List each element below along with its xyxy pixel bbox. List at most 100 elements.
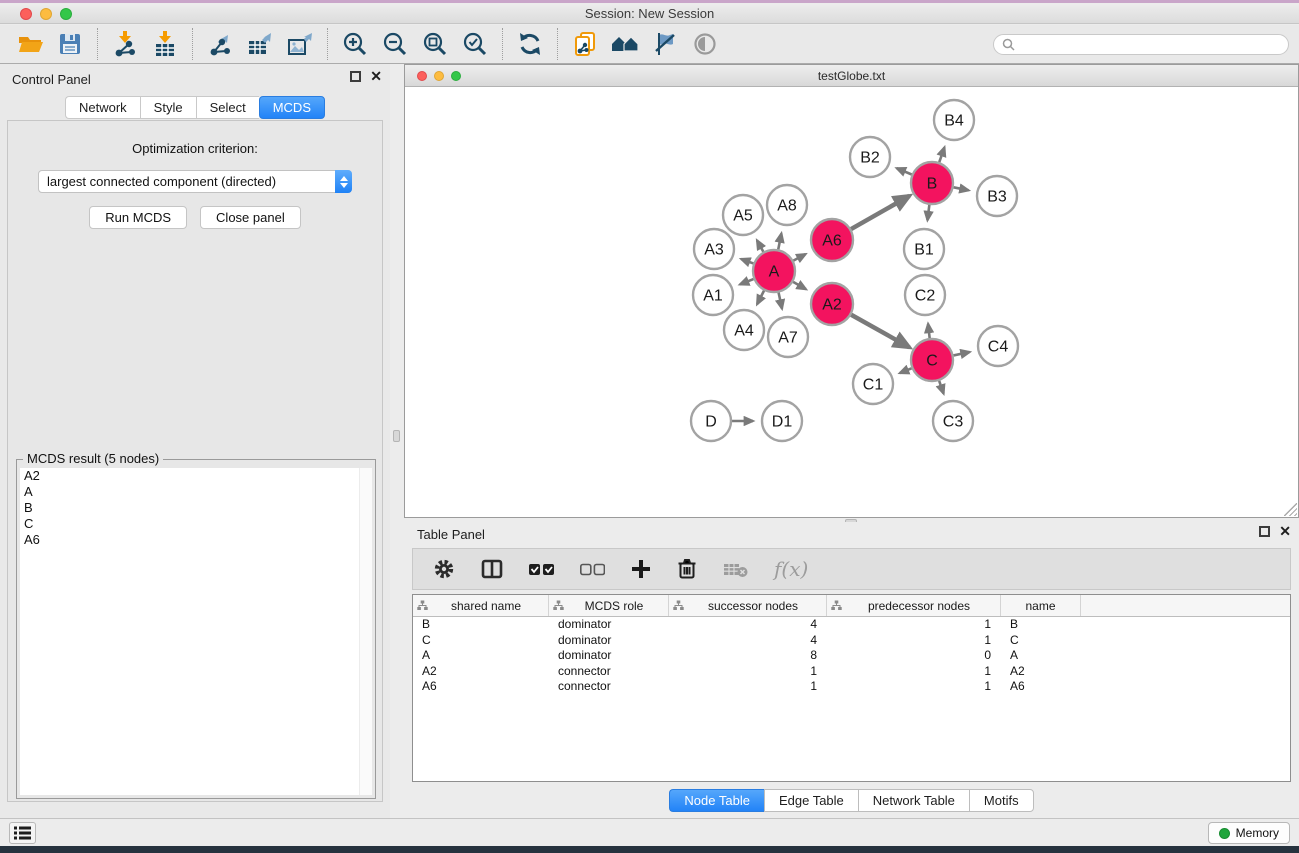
tab-mcds[interactable]: MCDS <box>259 96 325 119</box>
tab-network-table[interactable]: Network Table <box>858 789 969 812</box>
graph-edge-A-A2[interactable] <box>793 282 806 289</box>
graph-edge-C-C4[interactable] <box>954 352 970 355</box>
houses-button[interactable] <box>605 27 645 61</box>
criterion-select[interactable]: largest connected component (directed) <box>38 170 352 193</box>
export-image-button[interactable] <box>280 27 320 61</box>
graph-edge-A-A6[interactable] <box>793 254 805 260</box>
function-builder-button[interactable]: f(x) <box>774 557 808 581</box>
mcds-result-list[interactable]: A2ABCA6 <box>20 468 372 795</box>
graph-edge-C-C2[interactable] <box>928 324 930 338</box>
tab-edge-table[interactable]: Edge Table <box>764 789 858 812</box>
memory-label: Memory <box>1236 826 1279 840</box>
tree-icon <box>417 600 428 611</box>
eye-button[interactable] <box>685 27 725 61</box>
search-input[interactable] <box>1020 37 1280 51</box>
table-cell: 1 <box>827 633 1001 649</box>
apply-layout-button[interactable] <box>510 27 550 61</box>
export-table-button[interactable] <box>240 27 280 61</box>
tab-motifs[interactable]: Motifs <box>969 789 1034 812</box>
run-mcds-button[interactable]: Run MCDS <box>89 206 187 229</box>
add-column-button[interactable] <box>631 559 651 579</box>
graph-edge-A-A7[interactable] <box>779 293 782 309</box>
zoom-selected-icon <box>462 31 488 57</box>
graph-edge-A-A4[interactable] <box>757 291 764 305</box>
memory-button[interactable]: Memory <box>1208 822 1290 844</box>
graph-edge-C-C3[interactable] <box>939 381 943 394</box>
column-header-successor-nodes[interactable]: successor nodes <box>669 595 827 616</box>
vertical-splitter[interactable] <box>390 64 404 818</box>
zoom-in-button[interactable] <box>335 27 375 61</box>
window-resize-grip[interactable] <box>1284 503 1297 516</box>
save-button[interactable] <box>50 27 90 61</box>
float-table-panel-icon[interactable] <box>1259 526 1270 537</box>
graph-edge-A-A5[interactable] <box>757 240 763 251</box>
graph-edge-A-A3[interactable] <box>741 259 753 263</box>
table-row[interactable]: Bdominator41B <box>413 617 1290 633</box>
zoom-selected-button[interactable] <box>455 27 495 61</box>
tab-select[interactable]: Select <box>196 96 259 119</box>
float-panel-icon[interactable] <box>350 71 361 82</box>
column-header-name[interactable]: name <box>1001 595 1081 616</box>
splitter-handle[interactable] <box>393 430 400 442</box>
result-list-item[interactable]: A6 <box>20 532 372 548</box>
graph-node-label: B1 <box>914 242 934 259</box>
deselect-all-button[interactable] <box>580 563 605 576</box>
toolbar-separator <box>557 28 558 60</box>
close-panel-icon[interactable]: ✕ <box>370 71 382 82</box>
tab-network[interactable]: Network <box>65 96 140 119</box>
flag-slash-icon <box>652 31 678 57</box>
import-table-button[interactable] <box>145 27 185 61</box>
control-panel-title: Control Panel <box>12 72 91 87</box>
refresh-icon <box>517 31 543 57</box>
tab-style[interactable]: Style <box>140 96 196 119</box>
list-icon <box>14 826 31 840</box>
zoom-out-button[interactable] <box>375 27 415 61</box>
result-list-scrollbar[interactable] <box>359 468 372 795</box>
table-cell: 4 <box>669 633 827 649</box>
result-list-item[interactable]: A2 <box>20 468 372 484</box>
graph-edge-B-B2[interactable] <box>897 168 912 174</box>
graph-edge-A-A8[interactable] <box>778 233 781 249</box>
graph-edge-A-A1[interactable] <box>740 279 754 284</box>
graph-edge-C-C1[interactable] <box>900 368 912 373</box>
table-settings-button[interactable] <box>433 558 455 580</box>
graph-edge-B-B1[interactable] <box>927 205 929 220</box>
close-table-panel-icon[interactable]: ✕ <box>1279 526 1291 537</box>
network-from-selection-button[interactable] <box>565 27 605 61</box>
flag-slash-button[interactable] <box>645 27 685 61</box>
result-list-item[interactable]: C <box>20 516 372 532</box>
table-cell: 1 <box>827 664 1001 680</box>
graph-node-label: B4 <box>944 113 964 130</box>
graph-node-label: A <box>769 264 780 281</box>
network-canvas[interactable]: B4B2BB3A5A8A6B1A3AA1C2A2A4A7C4CC1C3DD1 <box>405 87 1298 517</box>
result-list-item[interactable]: A <box>20 484 372 500</box>
column-header-predecessor-nodes[interactable]: predecessor nodes <box>827 595 1001 616</box>
open-file-button[interactable] <box>10 27 50 61</box>
zoom-fit-button[interactable] <box>415 27 455 61</box>
graph-edge-A2-C[interactable] <box>851 315 909 348</box>
show-columns-button[interactable] <box>481 558 503 580</box>
graph-edge-A6-B[interactable] <box>851 196 909 229</box>
column-header-mcds-role[interactable]: MCDS role <box>549 595 669 616</box>
select-all-button[interactable] <box>529 563 554 576</box>
graph-edge-B-B3[interactable] <box>954 187 969 190</box>
search-field[interactable] <box>993 34 1289 55</box>
table-row[interactable]: A2connector11A2 <box>413 664 1290 680</box>
delete-column-button[interactable] <box>677 558 697 580</box>
close-panel-button[interactable]: Close panel <box>200 206 301 229</box>
table-cell <box>1081 679 1290 695</box>
table-row[interactable]: Adominator80A <box>413 648 1290 664</box>
import-network-button[interactable] <box>105 27 145 61</box>
column-header-shared-name[interactable]: shared name <box>413 595 549 616</box>
task-history-button[interactable] <box>9 822 36 844</box>
table-row[interactable]: A6connector11A6 <box>413 679 1290 695</box>
import-network-icon <box>112 31 138 57</box>
graph-edge-B-B4[interactable] <box>939 147 944 162</box>
graph-node-label: A2 <box>822 297 842 314</box>
delete-table-button[interactable] <box>723 561 748 578</box>
table-cell: dominator <box>549 648 669 664</box>
table-row[interactable]: Cdominator41C <box>413 633 1290 649</box>
tab-node-table[interactable]: Node Table <box>669 789 764 812</box>
export-network-button[interactable] <box>200 27 240 61</box>
result-list-item[interactable]: B <box>20 500 372 516</box>
